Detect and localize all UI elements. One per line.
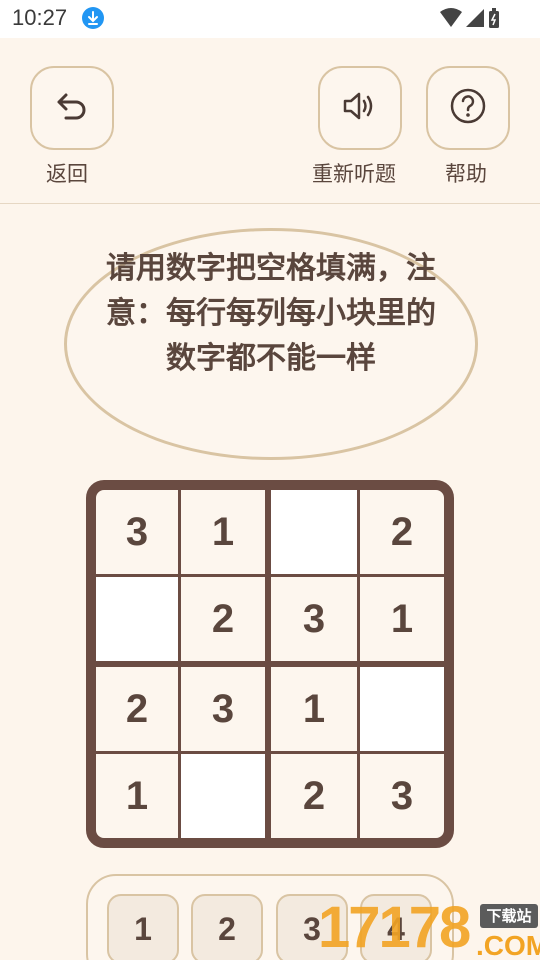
board-cell-r4-c1[interactable]: 1 [96, 754, 178, 838]
help-button[interactable] [426, 66, 510, 150]
number-key-2[interactable]: 2 [191, 894, 263, 960]
battery-icon [489, 8, 499, 28]
board-cell-r2-c3[interactable]: 3 [271, 577, 357, 661]
signal-icon [466, 9, 484, 27]
replay-audio-button[interactable] [318, 66, 402, 150]
board-cell-r2-c1[interactable] [96, 577, 178, 661]
status-bar: 10:27 [0, 0, 540, 38]
watermark-logo: 17178 [318, 895, 471, 960]
help-label[interactable]: 帮助 [445, 158, 487, 188]
number-key-1[interactable]: 1 [107, 894, 179, 960]
board-cell-r4-c2[interactable] [181, 754, 265, 838]
board-cell-r4-c3[interactable]: 2 [271, 754, 357, 838]
board-cell-r4-c4[interactable]: 3 [360, 754, 444, 838]
question-circle-icon [448, 86, 488, 130]
board-cell-r2-c2[interactable]: 2 [181, 577, 265, 661]
board-cell-r1-c3[interactable] [271, 490, 357, 574]
board-cell-r3-c2[interactable]: 3 [181, 667, 265, 751]
wifi-icon [440, 8, 462, 27]
watermark-badge: 下载站 [480, 904, 538, 928]
status-icons [440, 8, 500, 30]
board-cell-r2-c4[interactable]: 1 [360, 577, 444, 661]
watermark-suffix: .COM [476, 930, 540, 960]
board-cell-r1-c1[interactable]: 3 [96, 490, 178, 574]
top-toolbar: 返回 重新听题 帮助 [0, 38, 540, 204]
board-cell-r1-c4[interactable]: 2 [360, 490, 444, 574]
sudoku-board: 312231231123 [86, 480, 454, 848]
speaker-icon [338, 84, 382, 132]
board-cell-r3-c3[interactable]: 1 [271, 667, 357, 751]
back-label[interactable]: 返回 [46, 158, 88, 188]
status-time: 10:27 [12, 5, 68, 30]
replay-audio-label[interactable]: 重新听题 [312, 158, 396, 188]
board-cell-r3-c1[interactable]: 2 [96, 667, 178, 751]
instruction-text: 请用数字把空格填满，注意：每行每列每小块里的数字都不能一样 [106, 251, 436, 376]
board-cell-r1-c2[interactable]: 1 [181, 490, 265, 574]
board-cell-r3-c4[interactable] [360, 667, 444, 751]
undo-arrow-icon [52, 86, 92, 130]
back-button[interactable] [30, 66, 114, 150]
download-icon [82, 7, 104, 29]
